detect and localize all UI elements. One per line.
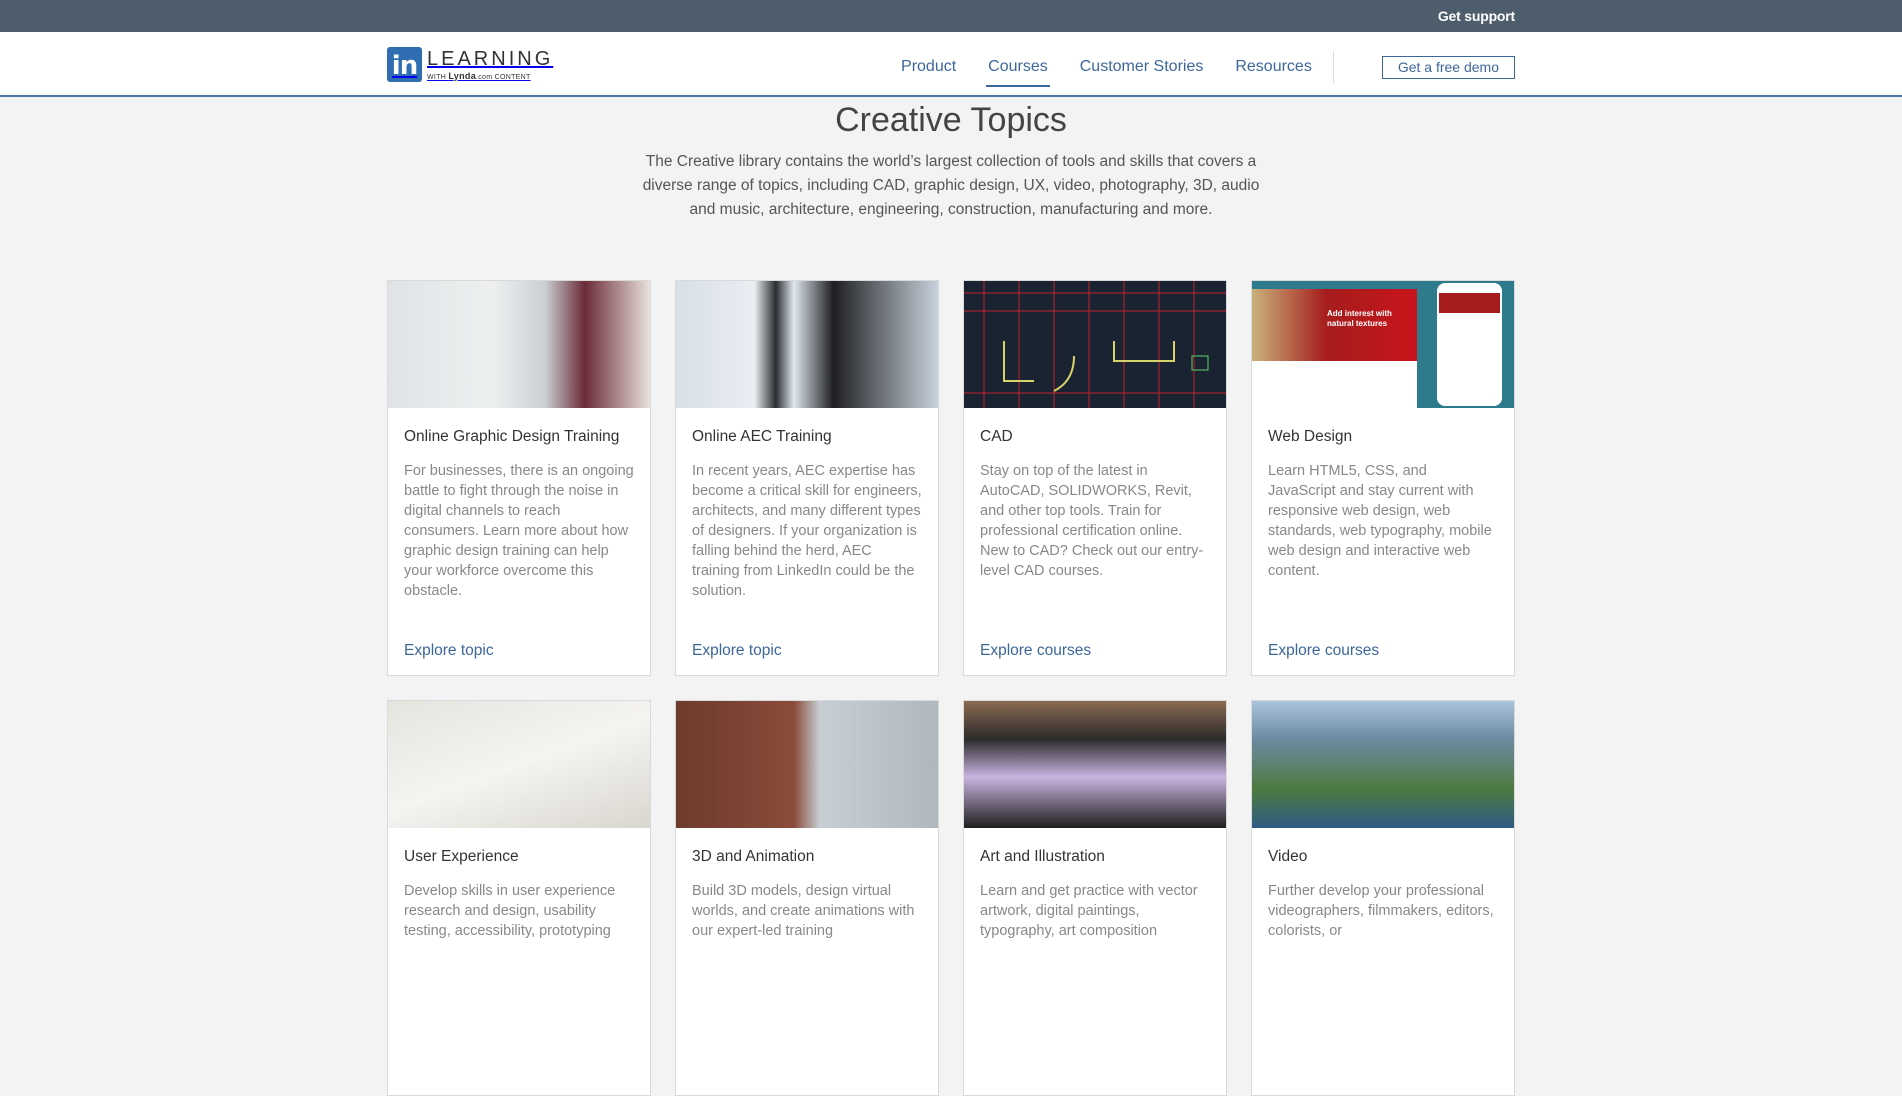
drawing-tablet-image — [964, 701, 1226, 828]
card-title: Art and Illustration — [980, 848, 1105, 865]
card-title: CAD — [980, 428, 1013, 445]
card-description: In recent years, AEC expertise has becom… — [692, 463, 922, 599]
get-free-demo-button[interactable]: Get a free demo — [1381, 55, 1515, 79]
engineers-reviewing-plans-image — [676, 281, 938, 408]
card-description: Learn HTML5, CSS, and JavaScript and sta… — [1268, 463, 1492, 579]
topic-card[interactable]: CAD Stay on top of the latest in AutoCAD… — [963, 280, 1227, 676]
main-nav: Product Courses Customer Stories Resourc… — [869, 50, 1515, 87]
page-title: Creative Topics — [835, 101, 1067, 139]
site-header: in LEARNING WITH Lynda.com CONTENT Produ… — [0, 32, 1902, 97]
people-at-whiteboard-image — [388, 281, 650, 408]
3d-room-render-image — [676, 701, 938, 828]
card-description: Stay on top of the latest in AutoCAD, SO… — [980, 463, 1204, 579]
logo-sub-brand: Lynda — [448, 70, 476, 81]
explore-topic-link[interactable]: Explore topic — [404, 642, 494, 660]
videographer-camera-image — [1252, 701, 1514, 828]
nav-resources[interactable]: Resources — [1235, 54, 1311, 80]
nav-product[interactable]: Product — [901, 54, 956, 80]
get-support-link[interactable]: Get support — [1438, 8, 1515, 24]
phone-header — [1439, 293, 1500, 313]
nav-courses[interactable]: Courses — [986, 54, 1050, 87]
card-title: Online AEC Training — [692, 428, 832, 445]
topic-card[interactable]: Video Further develop your professional … — [1251, 700, 1515, 1096]
page-description: The Creative library contains the world’… — [642, 153, 1260, 218]
top-utility-bar: Get support — [0, 0, 1902, 32]
explore-courses-link[interactable]: Explore courses — [980, 642, 1091, 660]
linkedin-learning-logo[interactable]: in LEARNING WITH Lynda.com CONTENT — [387, 47, 553, 82]
desktop-mockup: Add interest with natural textures — [1252, 289, 1417, 408]
ux-sticky-notes-image — [388, 701, 650, 828]
logo-sub-suffix: .com CONTENT — [476, 73, 531, 81]
card-description: Learn and get practice with vector artwo… — [980, 883, 1198, 939]
explore-topic-link[interactable]: Explore topic — [692, 642, 782, 660]
card-title: User Experience — [404, 848, 519, 865]
linkedin-in-icon: in — [387, 47, 422, 82]
topic-card[interactable]: Add interest with natural textures Web D… — [1251, 280, 1515, 676]
topic-card[interactable]: Online AEC Training In recent years, AEC… — [675, 280, 939, 676]
card-title: 3D and Animation — [692, 848, 815, 865]
card-description: Build 3D models, design virtual worlds, … — [692, 883, 915, 939]
logo-wordmark: LEARNING WITH Lynda.com CONTENT — [427, 49, 553, 81]
phone-mockup — [1437, 283, 1502, 406]
card-description: Further develop your professional videog… — [1268, 883, 1494, 939]
topic-card[interactable]: Art and Illustration Learn and get pract… — [963, 700, 1227, 1096]
topic-card[interactable]: 3D and Animation Build 3D models, design… — [675, 700, 939, 1096]
card-description: Develop skills in user experience resear… — [404, 883, 616, 939]
explore-courses-link[interactable]: Explore courses — [1268, 642, 1379, 660]
card-title: Online Graphic Design Training — [404, 428, 620, 445]
topic-card-grid: Online Graphic Design Training For busin… — [387, 280, 1515, 1096]
cad-floorplan-image — [964, 281, 1226, 408]
mockup-hero-text: Add interest with natural textures — [1252, 289, 1417, 361]
topic-card[interactable]: Online Graphic Design Training For busin… — [387, 280, 651, 676]
logo-subtitle: WITH Lynda.com CONTENT — [427, 71, 553, 81]
card-description: For businesses, there is an ongoing batt… — [404, 463, 634, 599]
hero-section: Creative Topics The Creative library con… — [0, 97, 1902, 222]
nav-divider — [1332, 50, 1334, 84]
logo-word: LEARNING — [427, 47, 554, 70]
nav-customer-stories[interactable]: Customer Stories — [1080, 54, 1204, 80]
card-title: Web Design — [1268, 428, 1353, 445]
responsive-website-image: Add interest with natural textures — [1252, 281, 1514, 408]
card-title: Video — [1268, 848, 1308, 865]
topic-card[interactable]: User Experience Develop skills in user e… — [387, 700, 651, 1096]
logo-sub-prefix: WITH — [427, 73, 449, 81]
cad-lines-graphic — [964, 281, 1226, 408]
